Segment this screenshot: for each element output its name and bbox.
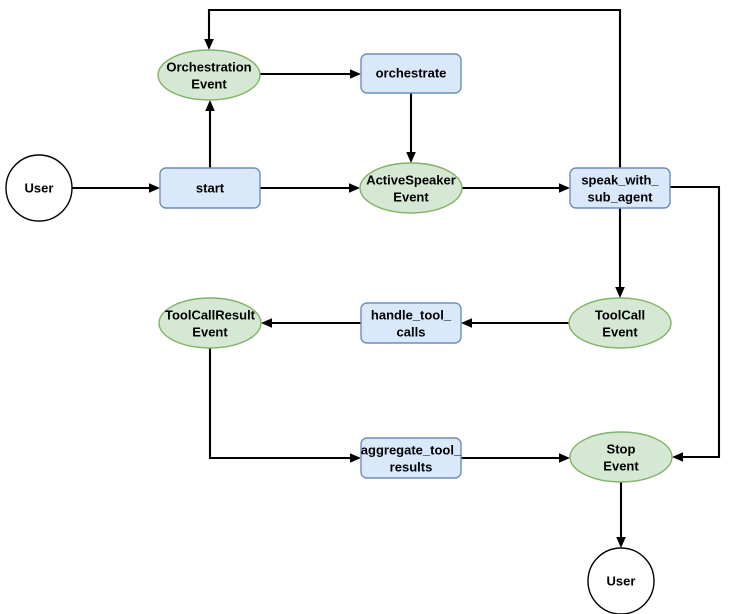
node-handle-tool-calls-label-line1: handle_tool_ — [371, 307, 452, 322]
node-orchestration-event-label-line1: Orchestration — [166, 59, 251, 74]
edge-orchestration-event-to-orchestrate — [260, 69, 361, 79]
node-tool-call-result-event-label-line2: Event — [192, 324, 228, 339]
node-orchestration-event-label-line2: Event — [191, 76, 227, 91]
node-orchestrate-label: orchestrate — [376, 65, 447, 80]
edge-stop-event-to-user — [616, 482, 626, 548]
node-handle-tool-calls-label-line2: calls — [397, 324, 426, 339]
node-user-output-label: User — [607, 573, 636, 588]
node-stop-event-label-line2: Event — [603, 458, 639, 473]
edge-tool-call-event-to-handle-tool-calls — [461, 318, 569, 328]
node-user-output[interactable]: User — [587, 547, 655, 614]
node-speak-with-sub-agent-label-line1: speak_with_ — [581, 172, 659, 187]
node-speak-with-sub-agent[interactable]: speak_with_ sub_agent — [569, 167, 671, 209]
node-tool-call-event-label-line1: ToolCall — [595, 307, 645, 322]
node-stop-event-label-line1: Stop — [607, 441, 636, 456]
edge-start-to-orchestration-event — [205, 100, 215, 168]
node-handle-tool-calls[interactable]: handle_tool_ calls — [360, 302, 462, 344]
node-layer: User start Orchestration Event orchestra… — [5, 49, 673, 614]
edge-active-speaker-event-to-speak-with-sub-agent — [462, 183, 570, 193]
node-orchestrate[interactable]: orchestrate — [360, 53, 462, 94]
node-tool-call-event[interactable]: ToolCall Event — [568, 297, 672, 349]
node-aggregate-tool-results-label-line2: results — [390, 459, 433, 474]
node-start-label: start — [196, 180, 225, 195]
node-stop-event[interactable]: Stop Event — [569, 431, 673, 483]
edge-speak-with-sub-agent-to-tool-call-event — [615, 208, 625, 298]
node-user-input-label: User — [25, 180, 54, 195]
node-tool-call-result-event[interactable]: ToolCallResult Event — [158, 297, 262, 349]
edge-start-to-active-speaker-event — [260, 183, 360, 193]
flowchart-canvas: User start Orchestration Event orchestra… — [5, 8, 721, 614]
node-tool-call-event-label-line2: Event — [602, 324, 638, 339]
edge-handle-tool-calls-to-tool-call-result-event — [261, 318, 361, 328]
edge-speak-with-sub-agent-to-stop-event — [670, 185, 721, 462]
node-active-speaker-event-label-line2: Event — [393, 189, 429, 204]
workflow-diagram: User start Orchestration Event orchestra… — [0, 0, 730, 614]
node-aggregate-tool-results[interactable]: aggregate_tool_ results — [360, 437, 462, 479]
node-user-input[interactable]: User — [5, 154, 73, 222]
node-aggregate-tool-results-label-line1: aggregate_tool_ — [361, 442, 462, 457]
node-speak-with-sub-agent-label-line2: sub_agent — [587, 189, 653, 204]
edge-aggregate-tool-results-to-stop-event — [461, 453, 570, 463]
edge-tool-call-result-event-to-aggregate-tool-results — [208, 348, 361, 463]
node-tool-call-result-event-label-line1: ToolCallResult — [165, 307, 256, 322]
node-active-speaker-event[interactable]: ActiveSpeaker Event — [359, 162, 463, 214]
edge-user-to-start — [72, 183, 160, 193]
node-start[interactable]: start — [159, 167, 261, 209]
edge-orchestrate-to-active-speaker-event — [406, 93, 416, 163]
node-orchestration-event[interactable]: Orchestration Event — [157, 49, 261, 101]
node-active-speaker-event-label-line1: ActiveSpeaker — [366, 172, 456, 187]
